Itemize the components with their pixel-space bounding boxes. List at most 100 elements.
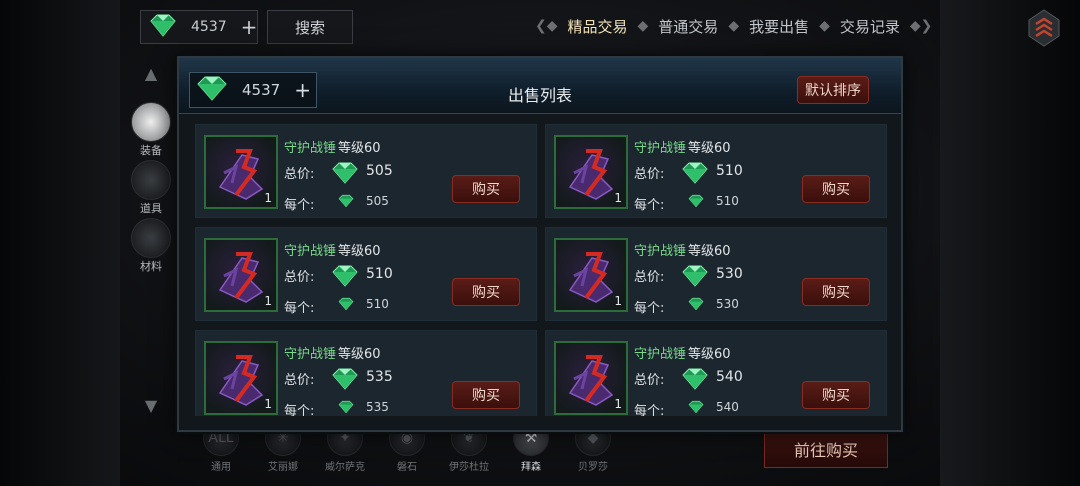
gem-icon xyxy=(687,193,705,212)
potion-icon xyxy=(131,160,171,200)
class-filter-label: 磐石 xyxy=(397,462,417,473)
buy-button[interactable]: 购买 xyxy=(802,278,870,306)
side-item-props[interactable]: 道具 xyxy=(128,160,174,216)
right-frame-decoration xyxy=(940,0,1080,486)
side-scroll-down-icon[interactable]: ▼ xyxy=(140,396,162,418)
listing-list[interactable]: 1 守护战锤 等级60 总价: 505 每个: 505 购买 1 守护战锤 等级… xyxy=(195,124,889,416)
unit-price-label: 每个: xyxy=(284,198,315,213)
item-quantity: 1 xyxy=(614,294,622,308)
item-thumbnail[interactable]: 1 xyxy=(554,135,628,209)
gem-icon xyxy=(687,399,705,416)
tab-trade-history[interactable]: 交易记录 xyxy=(838,16,902,37)
armor-icon xyxy=(131,102,171,142)
item-quantity: 1 xyxy=(264,397,272,411)
listing-card: 1 守护战锤 等级60 总价: 540 每个: 540 购买 xyxy=(545,330,887,416)
total-price-value: 505 xyxy=(366,163,393,179)
side-scroll-up-icon[interactable]: ▲ xyxy=(140,64,162,86)
left-frame-decoration xyxy=(0,0,120,486)
class-filter-label: 通用 xyxy=(211,462,231,473)
class-filter-label: 拜森 xyxy=(521,462,541,473)
item-quantity: 1 xyxy=(614,397,622,411)
item-quantity: 1 xyxy=(614,191,622,205)
side-item-equipment[interactable]: 装备 xyxy=(128,102,174,158)
tab-premium-trade[interactable]: 精品交易 xyxy=(566,16,630,37)
item-thumbnail[interactable]: 1 xyxy=(204,135,278,209)
unit-price-value: 530 xyxy=(716,297,739,311)
total-price-label: 总价: xyxy=(284,270,315,285)
class-filter-label: 威尔萨克 xyxy=(325,462,365,473)
listing-card: 1 守护战锤 等级60 总价: 505 每个: 505 购买 xyxy=(195,124,537,218)
default-sort-button[interactable]: 默认排序 xyxy=(797,76,869,104)
total-price-value: 510 xyxy=(366,266,393,282)
gem-icon xyxy=(337,399,355,416)
listing-card: 1 守护战锤 等级60 总价: 510 每个: 510 购买 xyxy=(195,227,537,321)
sale-list-modal: 4537 + 出售列表 默认排序 1 守护战锤 等级60 总价: 505 每个:… xyxy=(177,56,903,432)
class-filter-label: 贝罗莎 xyxy=(578,462,608,473)
gem-icon xyxy=(680,264,710,292)
total-price-label: 总价: xyxy=(634,270,665,285)
unit-price-label: 每个: xyxy=(634,198,665,213)
total-price-value: 510 xyxy=(716,163,743,179)
item-name: 守护战锤 xyxy=(634,141,687,156)
buy-button[interactable]: 购买 xyxy=(452,381,520,409)
unit-price-value: 510 xyxy=(716,194,739,208)
gem-icon xyxy=(687,296,705,315)
unit-price-value: 535 xyxy=(366,400,389,414)
buy-button[interactable]: 购买 xyxy=(452,175,520,203)
trade-tabs: ❮◆ 精品交易 ◆ 普通交易 ◆ 我要出售 ◆ 交易记录 ◆❯ xyxy=(535,12,932,40)
gem-icon xyxy=(337,193,355,212)
total-price-value: 535 xyxy=(366,369,393,385)
total-price-value: 530 xyxy=(716,266,743,282)
unit-price-value: 540 xyxy=(716,400,739,414)
tab-divider-icon: ◆ xyxy=(728,18,740,34)
unit-price-label: 每个: xyxy=(634,301,665,316)
unit-price-label: 每个: xyxy=(634,404,665,416)
item-thumbnail[interactable]: 1 xyxy=(204,341,278,415)
unit-price-label: 每个: xyxy=(284,301,315,316)
unit-price-value: 505 xyxy=(366,194,389,208)
item-quantity: 1 xyxy=(264,191,272,205)
item-thumbnail[interactable]: 1 xyxy=(204,238,278,312)
item-thumbnail[interactable]: 1 xyxy=(554,238,628,312)
total-price-label: 总价: xyxy=(284,167,315,182)
modal-title: 出售列表 xyxy=(507,86,572,105)
item-thumbnail[interactable]: 1 xyxy=(554,341,628,415)
side-item-label: 道具 xyxy=(140,202,162,215)
side-item-label: 材料 xyxy=(140,260,162,273)
item-name: 守护战锤 xyxy=(634,347,687,362)
top-currency-box: 4537 + xyxy=(140,10,258,44)
buy-button[interactable]: 购买 xyxy=(802,381,870,409)
top-add-currency-button[interactable]: + xyxy=(241,15,258,39)
item-level: 等级60 xyxy=(338,244,381,259)
gem-icon xyxy=(330,264,360,292)
side-item-materials[interactable]: 材料 xyxy=(128,218,174,274)
gem-icon xyxy=(147,12,179,42)
close-emblem-icon[interactable] xyxy=(1024,6,1064,50)
item-level: 等级60 xyxy=(688,347,731,362)
item-name: 守护战锤 xyxy=(284,244,337,259)
tab-sell[interactable]: 我要出售 xyxy=(747,16,811,37)
item-quantity: 1 xyxy=(264,294,272,308)
gem-icon xyxy=(330,161,360,189)
buy-button[interactable]: 购买 xyxy=(802,175,870,203)
pouch-icon xyxy=(131,218,171,258)
item-name: 守护战锤 xyxy=(634,244,687,259)
tab-divider-icon: ◆ xyxy=(819,18,830,34)
tab-normal-trade[interactable]: 普通交易 xyxy=(656,16,720,37)
buy-button[interactable]: 购买 xyxy=(452,278,520,306)
tab-deco-right-icon: ◆❯ xyxy=(909,18,933,34)
total-price-label: 总价: xyxy=(634,167,665,182)
item-level: 等级60 xyxy=(688,141,731,156)
item-name: 守护战锤 xyxy=(284,347,337,362)
listing-card: 1 守护战锤 等级60 总价: 510 每个: 510 购买 xyxy=(545,124,887,218)
gem-icon xyxy=(680,161,710,189)
item-name: 守护战锤 xyxy=(284,141,337,156)
search-button[interactable]: 搜索 xyxy=(267,10,353,44)
class-filter-label: 伊莎杜拉 xyxy=(449,462,489,473)
listing-card: 1 守护战锤 等级60 总价: 535 每个: 535 购买 xyxy=(195,330,537,416)
item-level: 等级60 xyxy=(688,244,731,259)
class-filter-label: 艾丽娜 xyxy=(268,462,298,473)
tab-deco-left-icon: ❮◆ xyxy=(535,18,558,34)
goto-buy-button[interactable]: 前往购买 xyxy=(764,430,888,468)
gem-icon xyxy=(337,296,355,315)
